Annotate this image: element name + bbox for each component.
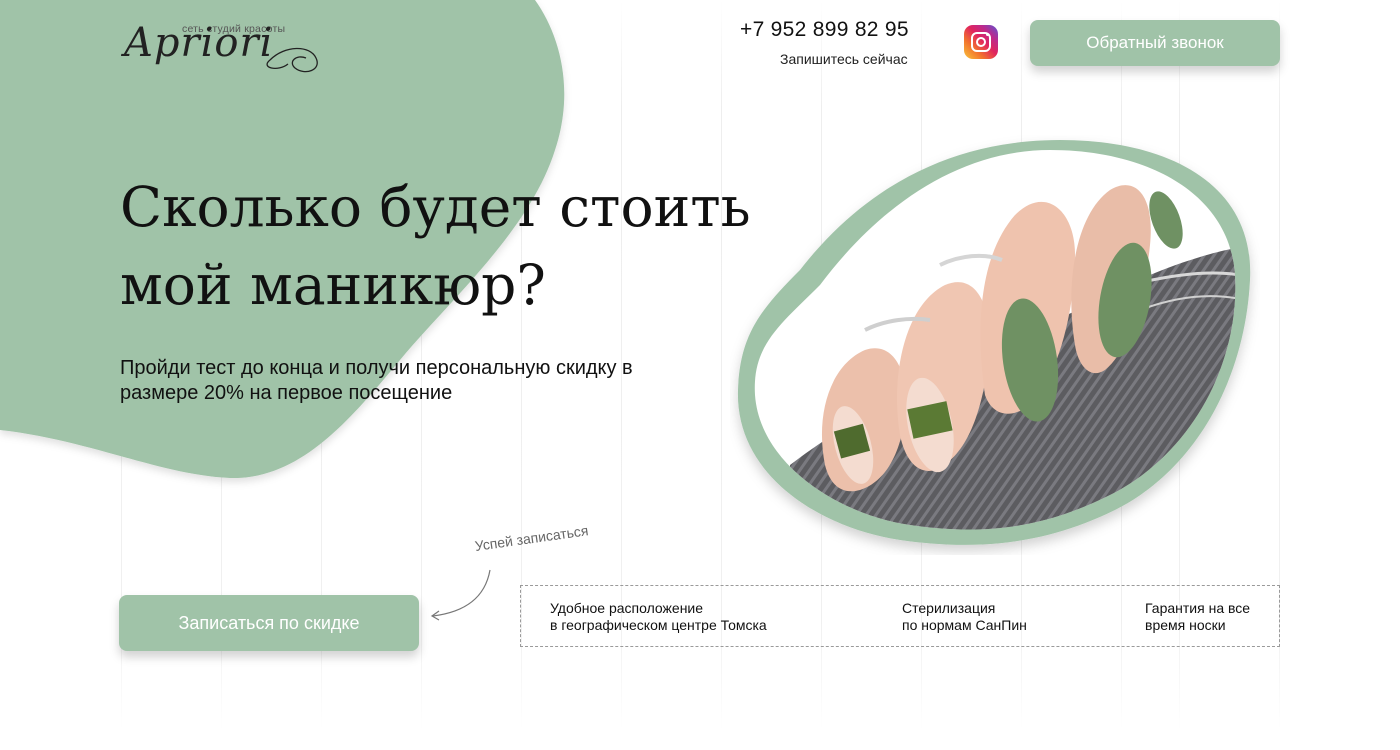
feature-sterilization: Стерилизация по нормам СанПин — [902, 600, 1027, 633]
curved-arrow-icon — [430, 569, 491, 621]
instagram-icon[interactable] — [964, 25, 998, 59]
feature-location: Удобное расположение в географическом це… — [550, 600, 767, 633]
page-title: Сколько будет стоить мой маникюр? — [120, 175, 751, 317]
feature-guarantee: Гарантия на все время носки — [1145, 600, 1251, 633]
logo-flourish-icon — [266, 47, 318, 73]
manicure-photo — [730, 135, 1260, 555]
signup-note: Запишитесь сейчас — [780, 51, 908, 67]
signup-hint: Успей записаться — [473, 522, 590, 554]
features-panel: Удобное расположение в географическом це… — [520, 585, 1280, 647]
callback-button[interactable]: Обратный звонок — [1030, 20, 1280, 66]
brand-logo[interactable]: сеть студий красоты Apriori — [120, 20, 330, 80]
hero-subtitle: Пройди тест до конца и получи персональн… — [120, 357, 633, 404]
discount-signup-button[interactable]: Записаться по скидке — [119, 595, 419, 651]
phone-number[interactable]: +7 952 899 82 95 — [740, 18, 909, 42]
